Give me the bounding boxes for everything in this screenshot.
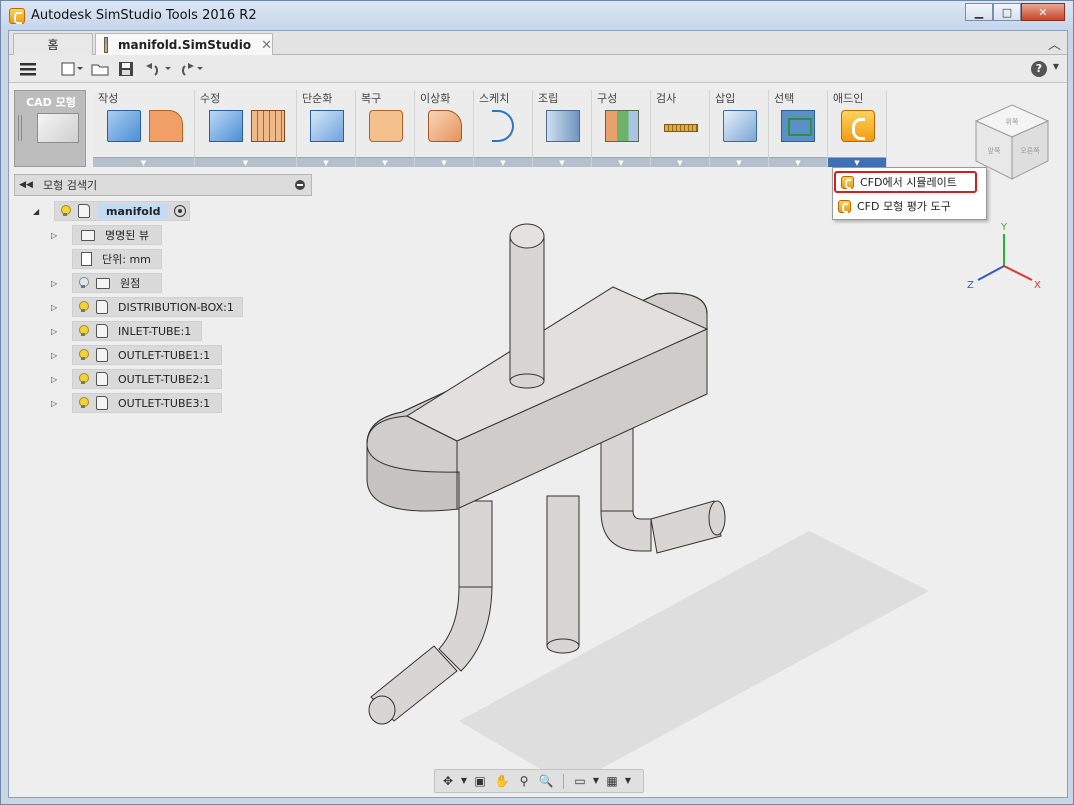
tree-item-inlet-tube[interactable]: INLET-TUBE:1 [72,321,202,341]
tree-item-label: OUTLET-TUBE2:1 [118,372,211,386]
component-icon [96,348,108,362]
units-document-icon [81,252,92,266]
component-icon [96,396,108,410]
visibility-bulb-icon[interactable] [78,301,89,313]
window-frame: 홈 manifold.SimStudio ✕ ︿ ? ▼ CAD 모형 작성 ▼… [0,30,1074,805]
visibility-bulb-icon[interactable] [60,205,71,217]
menu-item-simulate-in-cfd[interactable]: CFD에서 시뮬레이트 [834,171,977,193]
cfd-icon [841,175,854,189]
close-button[interactable]: ✕ [1021,3,1065,21]
folder-icon [96,277,110,289]
tree-item-origin[interactable]: 원점 [72,273,162,293]
root-expanded-icon[interactable]: ◢ [33,207,39,216]
z-axis-label: Z [967,280,974,291]
cfd-icon [838,199,851,213]
window-title: Autodesk SimStudio Tools 2016 R2 [31,8,257,23]
title-bar: Autodesk SimStudio Tools 2016 R2 ▁ □ ✕ [0,0,1074,30]
visibility-bulb-icon[interactable] [78,349,89,361]
root-label: manifold [98,203,169,219]
navigation-bar: ✥ ▼ ▣ ✋ ⚲ 🔍 ▭ ▼ ▦ ▼ [434,769,644,793]
expand-icon[interactable]: ▷ [51,279,57,288]
activate-radio-icon[interactable] [174,205,187,217]
x-axis-label: X [1034,280,1041,291]
tree-item-label: 단위: mm [102,253,151,266]
pan-hand-icon[interactable]: ✋ [493,773,511,789]
assembly-icon [78,204,90,218]
browser-minimize-icon[interactable] [295,180,305,190]
look-at-icon[interactable]: ▣ [471,773,489,789]
tree-item-label: 원점 [120,277,141,290]
menu-item-label: CFD 모형 평가 도구 [857,200,951,213]
outlet-tube-center [546,495,580,654]
tree-item-named-views[interactable]: 명명된 뷰 [72,225,162,245]
visibility-bulb-icon[interactable] [78,373,89,385]
component-icon [96,324,108,338]
visibility-bulb-icon[interactable] [78,277,89,289]
model-shadow [459,531,929,786]
axis-triad: Y X Z [967,222,1041,291]
inlet-tube-top [509,223,545,389]
folder-icon [81,229,95,241]
z-axis-line [977,265,1005,281]
expand-icon[interactable]: ▷ [51,399,57,408]
tree-item-label: OUTLET-TUBE1:1 [118,348,211,362]
nav-separator [563,774,564,789]
menu-item-cfd-model-assessment[interactable]: CFD 모형 평가 도구 [833,195,986,217]
component-icon [96,372,108,386]
viewcube-front-label: 앞쪽 [988,147,1001,155]
expand-icon[interactable]: ▷ [51,351,57,360]
app-logo-icon [9,8,25,24]
tree-item-distribution-box[interactable]: DISTRIBUTION-BOX:1 [72,297,243,317]
browser-title: 모형 검색기 [43,179,98,192]
tree-item-label: DISTRIBUTION-BOX:1 [118,300,234,314]
tree-item-units[interactable]: 단위: mm [72,249,162,269]
tree-item-label: 명명된 뷰 [105,229,149,242]
collapse-browser-icon[interactable]: ◀◀ [15,180,37,190]
tree-item-outlet-tube3[interactable]: OUTLET-TUBE3:1 [72,393,222,413]
viewcube[interactable]: 위쪽 앞쪽 오른쪽 [974,103,1050,183]
y-axis-label: Y [1000,222,1008,233]
zoom-window-icon[interactable]: 🔍 [537,773,555,789]
viewcube-top-label: 위쪽 [1006,118,1019,126]
visibility-bulb-icon[interactable] [78,325,89,337]
inlet-tube-left [368,500,493,725]
expand-icon[interactable]: ▷ [51,303,57,312]
minimize-button[interactable]: ▁ [965,3,993,21]
outlet-tube-right [600,425,726,554]
component-icon [96,300,108,314]
expand-icon[interactable]: ▷ [51,231,57,240]
tree-item-label: OUTLET-TUBE3:1 [118,396,211,410]
tree-item-label: INLET-TUBE:1 [118,324,192,338]
3d-viewport[interactable] [9,31,1067,797]
zoom-icon[interactable]: ⚲ [515,773,533,789]
tree-item-outlet-tube1[interactable]: OUTLET-TUBE1:1 [72,345,222,365]
menu-item-label: CFD에서 시뮬레이트 [860,176,957,189]
tree-item-outlet-tube2[interactable]: OUTLET-TUBE2:1 [72,369,222,389]
maximize-button[interactable]: □ [993,3,1021,21]
visibility-bulb-icon[interactable] [78,397,89,409]
expand-icon[interactable]: ▷ [51,375,57,384]
addins-dropdown-menu: CFD에서 시뮬레이트 CFD 모형 평가 도구 [832,167,987,220]
grid-dropdown-icon[interactable]: ▼ [619,773,637,789]
viewcube-right-label: 오른쪽 [1020,147,1040,155]
x-axis-line [1003,265,1033,281]
app-area: 홈 manifold.SimStudio ✕ ︿ ? ▼ CAD 모형 작성 ▼… [8,30,1068,798]
tree-root-manifold[interactable]: manifold [54,201,190,221]
model-browser-header[interactable]: ◀◀ 모형 검색기 [14,174,312,196]
expand-icon[interactable]: ▷ [51,327,57,336]
